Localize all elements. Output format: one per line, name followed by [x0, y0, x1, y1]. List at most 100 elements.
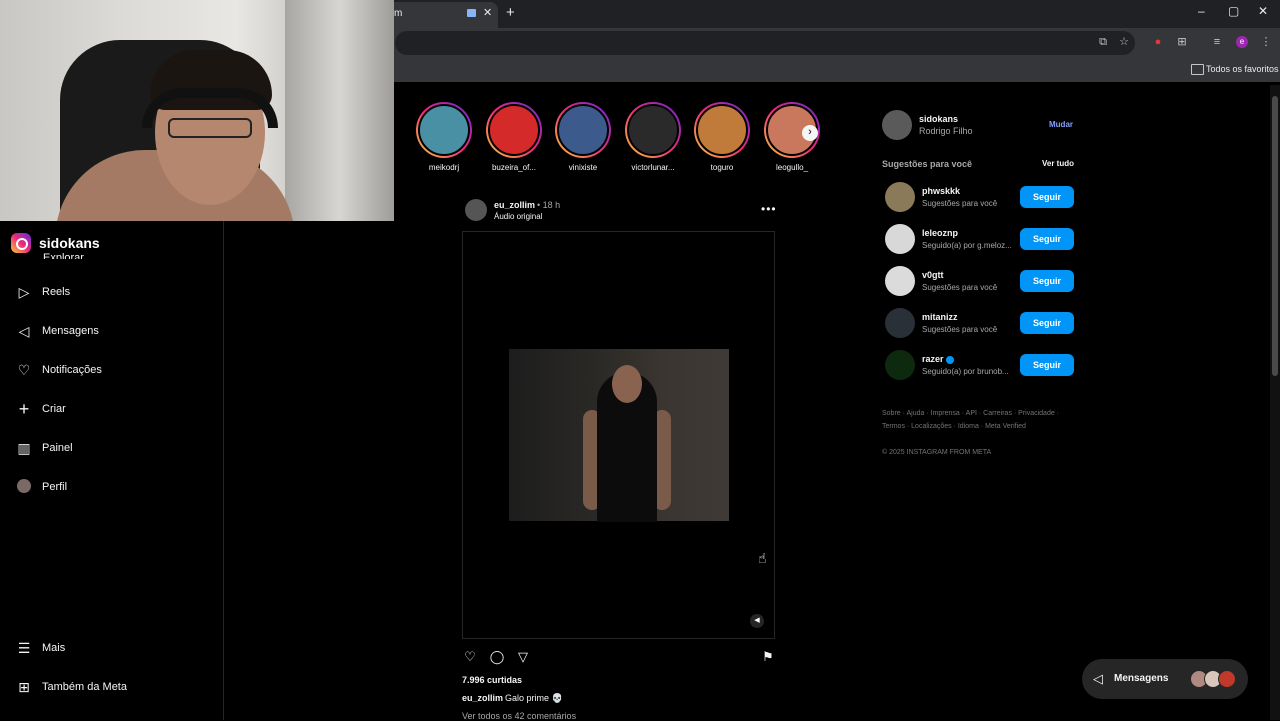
switch-account-link[interactable]: Mudar	[1049, 120, 1073, 129]
mute-toggle-icon[interactable]: ◀	[750, 614, 764, 628]
follow-button[interactable]: Seguir	[1020, 270, 1074, 292]
address-bar[interactable]	[395, 31, 1135, 55]
suggestion-username[interactable]: leleoznp	[922, 228, 958, 238]
browser-tab[interactable]	[386, 2, 498, 28]
reels-icon: ▷	[18, 284, 30, 300]
suggestion-avatar[interactable]	[885, 350, 915, 380]
see-all-link[interactable]: Ver tudo	[1042, 159, 1074, 168]
verified-badge-icon	[946, 356, 954, 364]
caption-username[interactable]: eu_zollim	[462, 693, 503, 703]
sidebar	[0, 221, 224, 720]
copyright: © 2025 INSTAGRAM FROM META	[882, 449, 992, 456]
footer-links[interactable]: Sobre · Ajuda · Imprensa · API · Carreir…	[882, 410, 1059, 417]
comment-icon[interactable]: ◯	[489, 649, 505, 665]
tab-close-icon[interactable]: ✕	[483, 6, 492, 19]
heart-icon: ♡	[17, 362, 31, 378]
current-user-username[interactable]: sidokans	[919, 114, 958, 124]
webcam-curtain	[285, 0, 394, 221]
stories-next-button[interactable]: ›	[802, 125, 818, 141]
story-avatar	[418, 104, 470, 156]
webcam-glasses	[168, 118, 252, 138]
sidebar-item-reels[interactable]: Reels	[42, 286, 70, 298]
story-avatar	[557, 104, 609, 156]
suggestion-username[interactable]: v0gtt	[922, 270, 944, 280]
scrollbar-thumb[interactable]	[1272, 96, 1278, 376]
close-window-button[interactable]: ✕	[1258, 4, 1268, 18]
sidebar-item-also-from-meta[interactable]: Também da Meta	[42, 681, 127, 693]
tab-media-icon[interactable]	[467, 9, 476, 17]
all-bookmarks-link[interactable]: Todos os favoritos	[1206, 64, 1279, 74]
story-avatar	[696, 104, 748, 156]
current-user-name: Rodrigo Filho	[919, 126, 973, 136]
profile-avatar[interactable]: e	[1236, 36, 1248, 48]
suggestions-title: Sugestões para você	[882, 159, 973, 169]
story-avatar	[488, 104, 540, 156]
post-author-username[interactable]: eu_zollim	[494, 200, 535, 210]
sidebar-item-profile[interactable]: Perfil	[42, 481, 67, 493]
suggestion-reason: Sugestões para você	[922, 283, 998, 292]
suggestion-avatar[interactable]	[885, 266, 915, 296]
video-figure-face	[612, 365, 642, 403]
post-author-avatar[interactable]	[465, 199, 487, 221]
suggestion-avatar[interactable]	[885, 224, 915, 254]
follow-button[interactable]: Seguir	[1020, 354, 1074, 376]
story-username[interactable]: toguro	[687, 163, 757, 172]
dashboard-icon: ▥	[17, 440, 31, 456]
story-username[interactable]: victorlunar...	[618, 163, 688, 172]
suggestion-avatar[interactable]	[885, 308, 915, 338]
browser-menu-icon[interactable]: ⋮	[1260, 36, 1272, 48]
story-ring[interactable]	[555, 102, 611, 158]
instagram-logo-lens	[16, 238, 28, 250]
pointer-cursor-icon: ☝	[758, 550, 767, 566]
sidebar-item-explore[interactable]: Explorar	[43, 247, 84, 259]
avatar	[1218, 670, 1236, 688]
follow-button[interactable]: Seguir	[1020, 186, 1074, 208]
follow-button[interactable]: Seguir	[1020, 228, 1074, 250]
media-control-icon[interactable]: ≡	[1211, 36, 1223, 48]
suggestion-username[interactable]: mitanizz	[922, 312, 958, 322]
story-username[interactable]: meikodrj	[409, 163, 479, 172]
minimize-button[interactable]: –	[1198, 4, 1205, 18]
story-ring[interactable]	[416, 102, 472, 158]
sidebar-item-create[interactable]: Criar	[42, 403, 66, 415]
story-username[interactable]: vinixiste	[548, 163, 618, 172]
post-audio-link[interactable]: Áudio original	[494, 212, 542, 221]
messages-icon: ◁	[18, 323, 30, 339]
like-heart-icon[interactable]: ♡	[462, 649, 478, 665]
suggestion-reason: Sugestões para você	[922, 325, 998, 334]
extension-red-icon[interactable]: ●	[1152, 36, 1164, 48]
sidebar-item-messages[interactable]: Mensagens	[42, 325, 99, 337]
plus-icon: +	[18, 399, 30, 419]
current-user-avatar[interactable]	[882, 110, 912, 140]
story-ring[interactable]	[486, 102, 542, 158]
suggestion-reason: Sugestões para você	[922, 199, 998, 208]
webcam-overlay	[0, 0, 394, 221]
sidebar-item-dashboard[interactable]: Painel	[42, 442, 73, 454]
story-ring[interactable]	[625, 102, 681, 158]
bookmark-star-icon[interactable]: ☆	[1118, 36, 1130, 48]
story-username[interactable]: buzeira_of...	[479, 163, 549, 172]
post-likes[interactable]: 7.996 curtidas	[462, 675, 522, 685]
suggestion-username[interactable]: razer	[922, 354, 944, 364]
save-bookmark-icon[interactable]: ⚑	[760, 649, 776, 665]
extensions-puzzle-icon[interactable]: ⊞	[1176, 36, 1188, 48]
maximize-button[interactable]: ▢	[1228, 4, 1239, 18]
story-ring[interactable]	[694, 102, 750, 158]
share-icon[interactable]: ▽	[515, 649, 531, 665]
install-app-icon[interactable]: ⧉	[1097, 36, 1109, 48]
messages-send-icon: ◁	[1093, 671, 1103, 686]
caption-text: Galo prime 💀	[505, 693, 563, 703]
suggestion-avatar[interactable]	[885, 182, 915, 212]
new-tab-button[interactable]: +	[506, 4, 515, 21]
footer-links-2[interactable]: Termos · Localizações · Idioma · Meta Ve…	[882, 423, 1026, 430]
messages-pill-label[interactable]: Mensagens	[1114, 673, 1168, 684]
sidebar-item-notifications[interactable]: Notificações	[42, 364, 102, 376]
sidebar-item-more[interactable]: Mais	[42, 642, 65, 654]
meta-icon: ⊞	[18, 679, 30, 695]
story-username[interactable]: leogullo_	[757, 163, 827, 172]
follow-button[interactable]: Seguir	[1020, 312, 1074, 334]
folder-icon[interactable]	[1191, 64, 1204, 75]
suggestion-username[interactable]: phwskkk	[922, 186, 960, 196]
post-options-icon[interactable]: •••	[761, 202, 777, 216]
tab-title: m	[394, 8, 403, 19]
